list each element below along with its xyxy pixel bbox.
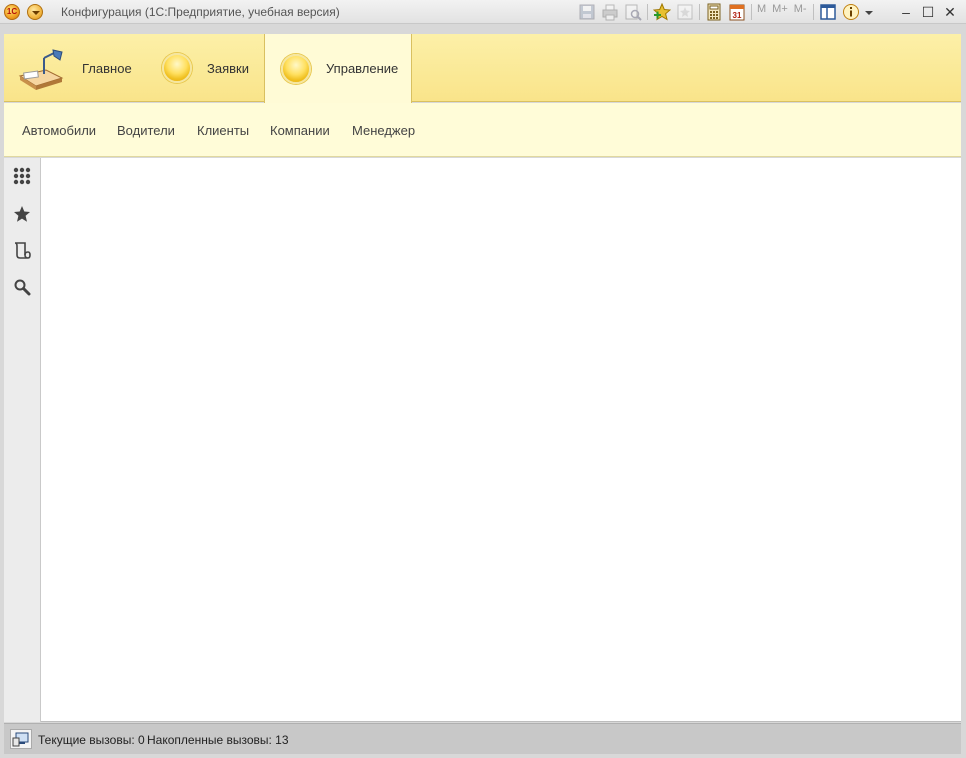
favorites-star-icon[interactable] (12, 204, 32, 224)
sections-panel: Главное Заявки Управление (4, 34, 961, 103)
window-title: Конфигурация (1С:Предприятие, учебная ве… (61, 5, 340, 19)
yellow-orb-icon (162, 53, 192, 83)
commands-panel: Автомобили Водители Клиенты Компании Мен… (4, 103, 961, 157)
panels-layout-icon[interactable] (819, 3, 837, 21)
section-glavnoe[interactable]: Главное (16, 34, 132, 102)
section-zayavki[interactable]: Заявки (162, 34, 249, 102)
command-avtomobili[interactable]: Автомобили (22, 123, 96, 138)
section-label: Главное (82, 60, 132, 76)
server-calls-icon[interactable] (10, 729, 32, 749)
maximize-button[interactable]: ☐ (918, 2, 938, 22)
title-toolbar: 31 M M+ M- (578, 2, 873, 21)
toolbar-separator (699, 4, 700, 20)
command-menedzher[interactable]: Менеджер (352, 123, 415, 138)
favorites-icon[interactable] (676, 3, 694, 21)
current-calls-text: Текущие вызовы: 0 (38, 733, 145, 747)
tools-panel (4, 158, 41, 722)
search-icon[interactable] (12, 277, 32, 297)
toolbar-separator (647, 4, 648, 20)
calculator-icon[interactable] (705, 3, 723, 21)
toolbar-separator (812, 4, 814, 20)
section-label: Заявки (207, 60, 249, 76)
close-button[interactable]: ✕ (940, 2, 960, 22)
accumulated-calls-text: Накопленные вызовы: 13 (147, 733, 289, 747)
app-logo-icon[interactable]: 1С (4, 4, 20, 20)
toolbar-separator (751, 4, 752, 20)
history-icon[interactable] (12, 240, 32, 260)
info-icon[interactable] (842, 3, 860, 21)
info-dropdown-icon[interactable] (864, 11, 873, 19)
command-klienty[interactable]: Клиенты (197, 123, 249, 138)
all-functions-icon[interactable] (12, 166, 32, 186)
section-label: Управление (326, 61, 399, 76)
print-icon[interactable] (601, 3, 619, 21)
print-preview-icon[interactable] (624, 3, 642, 21)
memory-plus-icon[interactable]: M+ (772, 3, 788, 21)
command-kompanii[interactable]: Компании (270, 123, 330, 138)
status-bar: Текущие вызовы: 0 Накопленные вызовы: 13 (4, 723, 961, 754)
main-menu-button[interactable] (27, 4, 43, 20)
title-bar: 1С Конфигурация (1С:Предприятие, учебная… (0, 0, 966, 24)
memory-minus-icon[interactable]: M- (794, 3, 807, 21)
yellow-orb-icon (281, 53, 311, 84)
calendar-icon[interactable]: 31 (728, 3, 746, 21)
minimize-button[interactable]: – (896, 2, 916, 22)
calendar-day-label: 31 (733, 11, 742, 20)
work-area (41, 158, 961, 722)
add-to-favorites-icon[interactable] (652, 2, 672, 21)
section-upravlenie[interactable]: Управление (264, 34, 412, 103)
desk-lamp-icon (16, 46, 66, 90)
memory-m-icon[interactable]: M (757, 3, 766, 21)
command-voditeli[interactable]: Водители (117, 123, 175, 138)
save-icon[interactable] (578, 3, 596, 21)
